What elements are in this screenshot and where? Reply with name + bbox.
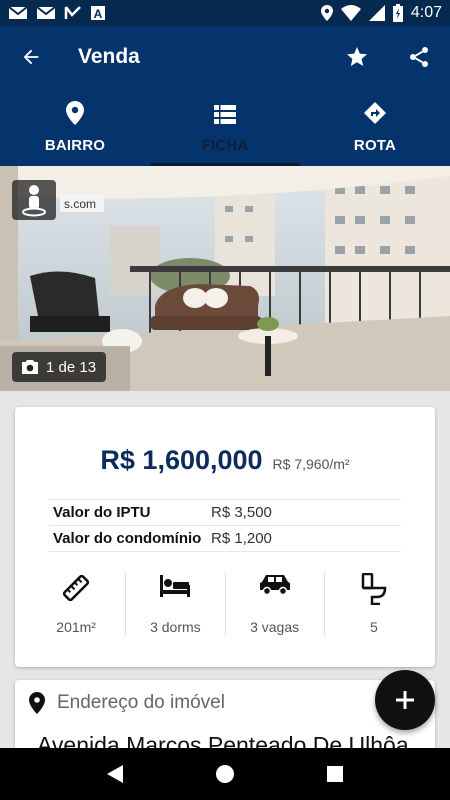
star-icon: [347, 47, 367, 66]
gmail-icon: [36, 6, 56, 19]
system-nav-bar: [0, 748, 450, 800]
tab-label: FICHA: [201, 137, 249, 154]
camera-icon: [22, 360, 38, 374]
tab-label: BAIRRO: [44, 137, 106, 154]
location-pin-icon: [66, 101, 84, 125]
ruler-icon: [62, 574, 90, 602]
photo-watermark: s.com: [64, 197, 96, 211]
toilet-icon: [361, 573, 387, 605]
signal-icon: [368, 5, 385, 21]
share-button[interactable]: [388, 26, 450, 88]
nav-back-icon[interactable]: [106, 764, 124, 784]
tab-bairro[interactable]: BAIRRO: [0, 88, 150, 166]
photo-counter[interactable]: 1 de 13: [12, 352, 107, 382]
directions-icon: [364, 102, 386, 124]
location-icon: [320, 5, 333, 21]
status-time: 4:07: [410, 4, 442, 21]
property-photo[interactable]: s.com 1 de 13: [0, 166, 450, 391]
fee-row: Valor do condomínio R$ 1,200: [49, 526, 401, 552]
bed-icon: [160, 575, 191, 597]
nav-home-icon[interactable]: [215, 764, 235, 784]
fee-row: Valor do IPTU R$ 3,500: [49, 500, 401, 526]
page-title: Venda: [78, 45, 140, 68]
nav-recents-icon[interactable]: [326, 765, 344, 783]
fee-label: Valor do IPTU: [53, 504, 151, 521]
svg-text:A: A: [94, 7, 103, 21]
check-flag-icon: [64, 6, 81, 19]
address-label: Endereço do imóvel: [57, 692, 225, 713]
add-fab-button[interactable]: [375, 670, 435, 730]
app-a-icon: A: [91, 6, 105, 21]
car-icon: [259, 575, 290, 595]
listing-price: R$ 1,600,000: [100, 445, 263, 475]
arrow-back-icon: [23, 49, 39, 65]
feature-bedrooms: 3 dorms: [126, 573, 226, 635]
tab-rota[interactable]: ROTA: [300, 88, 450, 166]
photo-counter-text: 1 de 13: [46, 358, 97, 376]
feature-area: 201m²: [27, 573, 127, 635]
feature-label: 201m²: [56, 619, 96, 635]
fee-label: Valor do condomínio: [53, 530, 202, 547]
feature-bathrooms: 5: [325, 573, 423, 635]
feature-parking: 3 vagas: [226, 573, 325, 635]
tab-bar: BAIRRO FICHA ROTA: [0, 88, 450, 166]
feature-label: 3 dorms: [150, 619, 201, 635]
fees-table: Valor do IPTU R$ 3,500 Valor do condomín…: [49, 499, 401, 552]
feature-label: 5: [369, 619, 378, 635]
list-icon: [214, 105, 236, 124]
app-bar: Venda: [0, 26, 450, 88]
features-row: 201m² 3 dorms 3 vagas 5: [27, 573, 423, 635]
gmail-icon: [8, 6, 28, 19]
favorite-button[interactable]: [326, 26, 388, 88]
battery-icon: [392, 4, 403, 22]
listing-card: R$ 1,600,000 R$ 7,960/m² Valor do IPTU R…: [15, 407, 435, 667]
street-view-button[interactable]: [12, 180, 56, 220]
person-pin-icon: [22, 185, 46, 217]
back-button[interactable]: [0, 26, 62, 88]
tab-label: ROTA: [353, 137, 397, 154]
plus-icon: [396, 691, 414, 709]
status-bar: A 4:07: [0, 0, 450, 26]
location-pin-icon: [29, 692, 45, 714]
feature-label: 3 vagas: [250, 619, 300, 635]
fee-value: R$ 3,500: [211, 504, 272, 521]
tab-ficha[interactable]: FICHA: [150, 88, 300, 166]
fee-value: R$ 1,200: [211, 530, 272, 547]
wifi-icon: [340, 5, 361, 21]
share-icon: [410, 47, 428, 67]
price-per-m2: R$ 7,960/m²: [272, 456, 350, 472]
